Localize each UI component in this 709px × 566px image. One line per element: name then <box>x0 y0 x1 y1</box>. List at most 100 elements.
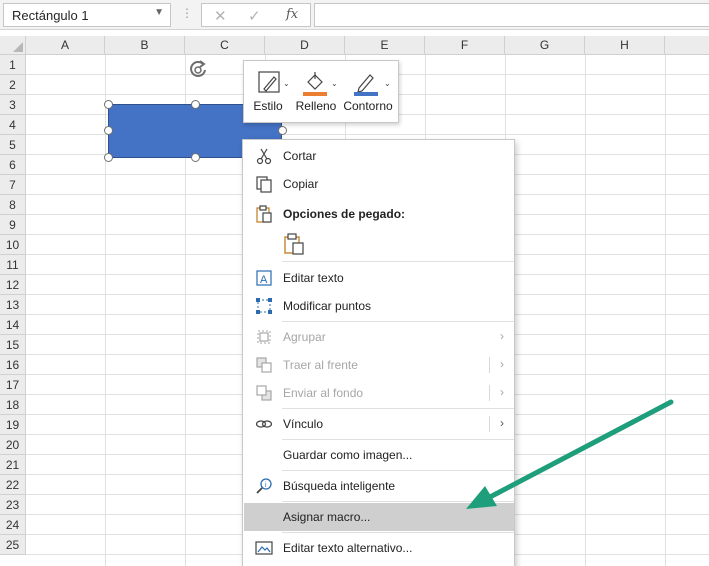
clipboard-icon <box>256 205 272 223</box>
menu-item-alt-text[interactable]: Editar texto alternativo... <box>244 534 514 562</box>
column-headers: ABCDEFGH <box>26 36 709 55</box>
enter-check-icon[interactable]: ✓ <box>248 7 261 25</box>
fill-label: Relleno <box>295 99 337 113</box>
svg-text:A: A <box>260 274 268 286</box>
copy-icon <box>256 176 272 193</box>
menu-label: Copiar <box>283 177 319 191</box>
paste-clipboard-icon[interactable] <box>283 233 305 255</box>
paste-option-keep-source[interactable] <box>244 230 514 258</box>
menu-label: Cortar <box>283 149 317 163</box>
menu-item-paste-options: Opciones de pegado: <box>244 200 514 228</box>
outline-button[interactable]: ⌄ Contorno <box>340 67 396 119</box>
row-header-25[interactable]: 25 <box>0 535 26 555</box>
insert-function-button[interactable]: fx <box>286 7 298 22</box>
outline-label: Contorno <box>343 99 393 113</box>
formula-bar-grip-icon[interactable]: ⋮ <box>181 6 193 20</box>
menu-label: Búsqueda inteligente <box>283 479 396 493</box>
menu-item-cut[interactable]: Cortar <box>244 142 514 170</box>
menu-separator <box>282 532 514 533</box>
row-header-15[interactable]: 15 <box>0 335 26 355</box>
name-box[interactable]: Rectángulo 1 ▼ <box>3 3 171 27</box>
resize-handle-top-left[interactable] <box>104 100 113 109</box>
cancel-icon[interactable]: ✕ <box>214 7 227 25</box>
row-header-8[interactable]: 8 <box>0 195 26 215</box>
row-header-14[interactable]: 14 <box>0 315 26 335</box>
row-header-2[interactable]: 2 <box>0 75 26 95</box>
menu-item-save-as-image[interactable]: Guardar como imagen... <box>244 441 514 469</box>
menu-label: Editar texto <box>283 271 344 285</box>
menu-item-smart-lookup[interactable]: i Búsqueda inteligente <box>244 472 514 500</box>
chevron-right-icon: › <box>500 329 504 343</box>
fill-button[interactable]: ⌄ Relleno <box>292 67 340 119</box>
column-header-d[interactable]: D <box>265 36 345 55</box>
resize-handle-bottom[interactable] <box>191 153 200 162</box>
menu-item-assign-macro[interactable]: Asignar macro... <box>244 503 514 531</box>
select-all-triangle-icon <box>13 42 23 52</box>
menu-item-edit-points[interactable]: Modificar puntos <box>244 292 514 320</box>
name-box-dropdown-icon[interactable]: ▼ <box>154 7 164 18</box>
row-header-3[interactable]: 3 <box>0 95 26 115</box>
column-header-f[interactable]: F <box>425 36 505 55</box>
menu-label: Guardar como imagen... <box>283 448 413 462</box>
group-icon <box>257 330 271 344</box>
column-header-c[interactable]: C <box>185 36 265 55</box>
link-icon <box>255 420 273 428</box>
row-header-6[interactable]: 6 <box>0 155 26 175</box>
row-header-22[interactable]: 22 <box>0 475 26 495</box>
split-divider <box>489 357 490 373</box>
row-header-11[interactable]: 11 <box>0 255 26 275</box>
menu-label: Agrupar <box>283 330 326 344</box>
row-header-16[interactable]: 16 <box>0 355 26 375</box>
menu-item-link[interactable]: Vínculo › <box>244 410 514 438</box>
select-all-button[interactable] <box>0 36 26 55</box>
resize-handle-top[interactable] <box>191 100 200 109</box>
menu-label: Modificar puntos <box>283 299 372 313</box>
column-header-e[interactable]: E <box>345 36 425 55</box>
name-box-value: Rectángulo 1 <box>12 8 89 23</box>
menu-item-edit-text[interactable]: A Editar texto <box>244 264 514 292</box>
style-label: Estilo <box>253 99 283 113</box>
column-header-h[interactable]: H <box>585 36 665 55</box>
row-header-21[interactable]: 21 <box>0 455 26 475</box>
menu-item-copy[interactable]: Copiar <box>244 170 514 198</box>
mini-toolbar: ⌄ Estilo ⌄ Relleno ⌄ Contorno <box>243 60 399 123</box>
split-divider <box>489 416 490 432</box>
row-header-12[interactable]: 12 <box>0 275 26 295</box>
menu-label: Editar texto alternativo... <box>283 541 413 555</box>
menu-separator <box>282 501 514 502</box>
row-header-9[interactable]: 9 <box>0 215 26 235</box>
edit-text-icon: A <box>256 270 272 286</box>
column-header-b[interactable]: B <box>105 36 185 55</box>
row-header-18[interactable]: 18 <box>0 395 26 415</box>
row-header-5[interactable]: 5 <box>0 135 26 155</box>
rotate-handle-icon[interactable] <box>186 58 210 82</box>
row-header-7[interactable]: 7 <box>0 175 26 195</box>
pen-outline-icon <box>354 74 378 96</box>
column-header-g[interactable]: G <box>505 36 585 55</box>
menu-label: Vínculo <box>283 417 324 431</box>
style-button[interactable]: ⌄ Estilo <box>248 67 290 119</box>
row-header-10[interactable]: 10 <box>0 235 26 255</box>
resize-handle-left[interactable] <box>104 126 113 135</box>
row-header-4[interactable]: 4 <box>0 115 26 135</box>
row-header-19[interactable]: 19 <box>0 415 26 435</box>
chevron-right-icon: › <box>500 385 504 399</box>
menu-separator <box>282 470 514 471</box>
formula-input[interactable] <box>314 3 709 27</box>
menu-item-send-to-back: Enviar al fondo › <box>244 379 514 407</box>
formula-bar-buttons: ✕ ✓ fx <box>201 3 311 27</box>
menu-item-group: Agrupar › <box>244 323 514 351</box>
row-header-24[interactable]: 24 <box>0 515 26 535</box>
row-header-1[interactable]: 1 <box>0 55 26 75</box>
column-header-a[interactable]: A <box>26 36 105 55</box>
resize-handle-bottom-left[interactable] <box>104 153 113 162</box>
row-header-13[interactable]: 13 <box>0 295 26 315</box>
resize-handle-right[interactable] <box>278 126 287 135</box>
shape-style-icon <box>258 71 280 93</box>
chevron-down-icon: ⌄ <box>283 79 290 88</box>
row-header-20[interactable]: 20 <box>0 435 26 455</box>
scissors-icon <box>256 148 272 165</box>
row-header-23[interactable]: 23 <box>0 495 26 515</box>
row-header-17[interactable]: 17 <box>0 375 26 395</box>
menu-label: Traer al frente <box>283 358 358 372</box>
